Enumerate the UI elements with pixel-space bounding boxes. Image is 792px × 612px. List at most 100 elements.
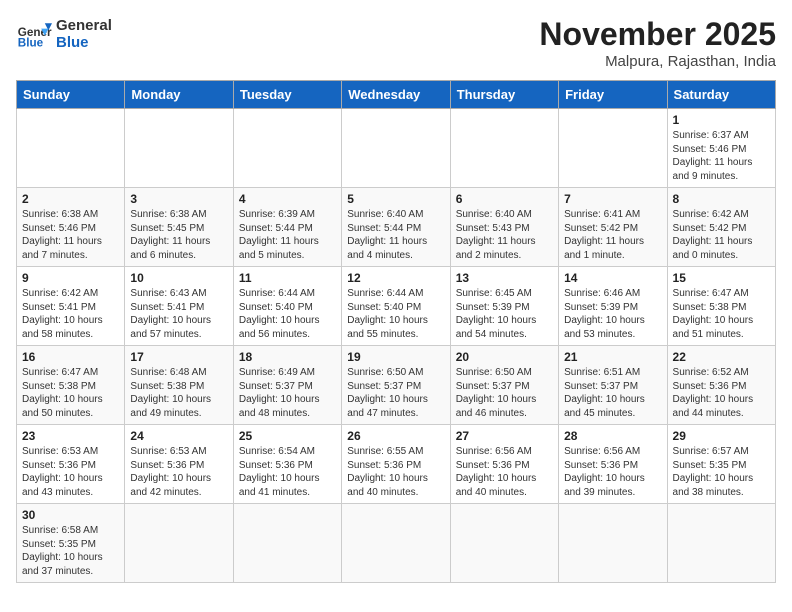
calendar-cell: 5 Sunrise: 6:40 AM Sunset: 5:44 PM Daylig… — [342, 188, 450, 267]
calendar-cell: 15Sunrise: 6:47 AM Sunset: 5:38 PM Dayli… — [667, 267, 775, 346]
day-number: 13 — [456, 271, 553, 285]
day-info: Sunrise: 6:48 AM Sunset: 5:38 PM Dayligh… — [130, 366, 227, 420]
day-number: 3 — [130, 192, 227, 206]
day-info: Sunrise: 6:42 AM Sunset: 5:41 PM Dayligh… — [22, 287, 119, 341]
calendar-cell: 13 Sunrise: 6:45 AM Sunset: 5:39 PM Dayli… — [450, 267, 558, 346]
day-of-week-header: Thursday — [450, 81, 558, 109]
day-info: Sunrise: 6:57 AM Sunset: 5:35 PM Dayligh… — [673, 445, 770, 499]
calendar-cell: 20 Sunrise: 6:50 AM Sunset: 5:37 PM Dayli… — [450, 346, 558, 425]
day-info: Sunrise: 6:52 AM Sunset: 5:36 PM Dayligh… — [673, 366, 770, 420]
calendar-cell: 12 Sunrise: 6:44 AM Sunset: 5:40 PM Dayli… — [342, 267, 450, 346]
calendar-cell: 19Sunrise: 6:50 AM Sunset: 5:37 PM Dayli… — [342, 346, 450, 425]
day-info: Sunrise: 6:40 AM Sunset: 5:43 PM Dayligh… — [456, 208, 553, 262]
logo-text-general: General — [56, 17, 112, 34]
day-info: Sunrise: 6:42 AM Sunset: 5:42 PM Dayligh… — [673, 208, 770, 262]
day-info: Sunrise: 6:47 AM Sunset: 5:38 PM Dayligh… — [673, 287, 770, 341]
day-info: Sunrise: 6:44 AM Sunset: 5:40 PM Dayligh… — [347, 287, 444, 341]
calendar-cell — [17, 109, 125, 188]
day-number: 12 — [347, 271, 444, 285]
day-number: 22 — [673, 350, 770, 364]
calendar-cell: 6 Sunrise: 6:40 AM Sunset: 5:43 PM Daylig… — [450, 188, 558, 267]
calendar-cell: 26 Sunrise: 6:55 AM Sunset: 5:36 PM Dayli… — [342, 425, 450, 504]
calendar-cell: 16Sunrise: 6:47 AM Sunset: 5:38 PM Dayli… — [17, 346, 125, 425]
day-info: Sunrise: 6:45 AM Sunset: 5:39 PM Dayligh… — [456, 287, 553, 341]
calendar-cell: 27Sunrise: 6:56 AM Sunset: 5:36 PM Dayli… — [450, 425, 558, 504]
day-info: Sunrise: 6:39 AM Sunset: 5:44 PM Dayligh… — [239, 208, 336, 262]
calendar-cell — [559, 109, 667, 188]
calendar-cell: 30Sunrise: 6:58 AM Sunset: 5:35 PM Dayli… — [17, 504, 125, 583]
calendar-cell — [342, 504, 450, 583]
day-info: Sunrise: 6:40 AM Sunset: 5:44 PM Dayligh… — [347, 208, 444, 262]
day-info: Sunrise: 6:56 AM Sunset: 5:36 PM Dayligh… — [456, 445, 553, 499]
day-number: 20 — [456, 350, 553, 364]
calendar-cell: 29 Sunrise: 6:57 AM Sunset: 5:35 PM Dayli… — [667, 425, 775, 504]
calendar-cell: 10 Sunrise: 6:43 AM Sunset: 5:41 PM Dayli… — [125, 267, 233, 346]
day-info: Sunrise: 6:37 AM Sunset: 5:46 PM Dayligh… — [673, 129, 770, 183]
calendar-cell: 7 Sunrise: 6:41 AM Sunset: 5:42 PM Daylig… — [559, 188, 667, 267]
calendar-cell: 3 Sunrise: 6:38 AM Sunset: 5:45 PM Daylig… — [125, 188, 233, 267]
calendar-cell — [667, 504, 775, 583]
day-info: Sunrise: 6:38 AM Sunset: 5:45 PM Dayligh… — [130, 208, 227, 262]
location-subtitle: Malpura, Rajasthan, India — [539, 53, 776, 70]
calendar-cell — [125, 109, 233, 188]
calendar-cell: 1 Sunrise: 6:37 AM Sunset: 5:46 PM Daylig… — [667, 109, 775, 188]
day-number: 23 — [22, 429, 119, 443]
calendar-cell: 23 Sunrise: 6:53 AM Sunset: 5:36 PM Dayli… — [17, 425, 125, 504]
calendar-cell — [342, 109, 450, 188]
day-number: 26 — [347, 429, 444, 443]
day-number: 6 — [456, 192, 553, 206]
day-info: Sunrise: 6:56 AM Sunset: 5:36 PM Dayligh… — [564, 445, 661, 499]
day-info: Sunrise: 6:51 AM Sunset: 5:37 PM Dayligh… — [564, 366, 661, 420]
day-of-week-header: Wednesday — [342, 81, 450, 109]
day-number: 1 — [673, 113, 770, 127]
calendar-cell: 24Sunrise: 6:53 AM Sunset: 5:36 PM Dayli… — [125, 425, 233, 504]
day-number: 11 — [239, 271, 336, 285]
day-info: Sunrise: 6:50 AM Sunset: 5:37 PM Dayligh… — [456, 366, 553, 420]
day-of-week-header: Monday — [125, 81, 233, 109]
day-info: Sunrise: 6:46 AM Sunset: 5:39 PM Dayligh… — [564, 287, 661, 341]
title-block: November 2025 Malpura, Rajasthan, India — [539, 16, 776, 70]
calendar-cell: 28 Sunrise: 6:56 AM Sunset: 5:36 PM Dayli… — [559, 425, 667, 504]
day-number: 21 — [564, 350, 661, 364]
calendar-cell: 9Sunrise: 6:42 AM Sunset: 5:41 PM Daylig… — [17, 267, 125, 346]
calendar-cell: 8 Sunrise: 6:42 AM Sunset: 5:42 PM Daylig… — [667, 188, 775, 267]
svg-text:Blue: Blue — [18, 37, 44, 50]
calendar-cell: 21 Sunrise: 6:51 AM Sunset: 5:37 PM Dayli… — [559, 346, 667, 425]
day-info: Sunrise: 6:50 AM Sunset: 5:37 PM Dayligh… — [347, 366, 444, 420]
calendar-cell: 22 Sunrise: 6:52 AM Sunset: 5:36 PM Dayli… — [667, 346, 775, 425]
calendar-cell — [125, 504, 233, 583]
day-info: Sunrise: 6:41 AM Sunset: 5:42 PM Dayligh… — [564, 208, 661, 262]
day-number: 29 — [673, 429, 770, 443]
calendar-cell — [450, 504, 558, 583]
day-number: 7 — [564, 192, 661, 206]
day-info: Sunrise: 6:38 AM Sunset: 5:46 PM Dayligh… — [22, 208, 119, 262]
calendar-cell: 14Sunrise: 6:46 AM Sunset: 5:39 PM Dayli… — [559, 267, 667, 346]
day-number: 28 — [564, 429, 661, 443]
day-of-week-header: Friday — [559, 81, 667, 109]
calendar-cell — [233, 109, 341, 188]
logo-icon: General Blue — [16, 16, 52, 52]
day-info: Sunrise: 6:55 AM Sunset: 5:36 PM Dayligh… — [347, 445, 444, 499]
calendar-cell — [559, 504, 667, 583]
logo: General Blue General Blue — [16, 16, 112, 52]
day-number: 25 — [239, 429, 336, 443]
day-of-week-header: Sunday — [17, 81, 125, 109]
day-info: Sunrise: 6:47 AM Sunset: 5:38 PM Dayligh… — [22, 366, 119, 420]
calendar-header-row: SundayMondayTuesdayWednesdayThursdayFrid… — [17, 81, 776, 109]
day-info: Sunrise: 6:49 AM Sunset: 5:37 PM Dayligh… — [239, 366, 336, 420]
day-info: Sunrise: 6:54 AM Sunset: 5:36 PM Dayligh… — [239, 445, 336, 499]
day-info: Sunrise: 6:53 AM Sunset: 5:36 PM Dayligh… — [130, 445, 227, 499]
day-of-week-header: Saturday — [667, 81, 775, 109]
calendar-cell: 4 Sunrise: 6:39 AM Sunset: 5:44 PM Daylig… — [233, 188, 341, 267]
day-info: Sunrise: 6:44 AM Sunset: 5:40 PM Dayligh… — [239, 287, 336, 341]
day-number: 10 — [130, 271, 227, 285]
day-info: Sunrise: 6:53 AM Sunset: 5:36 PM Dayligh… — [22, 445, 119, 499]
calendar-table: SundayMondayTuesdayWednesdayThursdayFrid… — [16, 80, 776, 583]
calendar-cell: 2Sunrise: 6:38 AM Sunset: 5:46 PM Daylig… — [17, 188, 125, 267]
day-number: 5 — [347, 192, 444, 206]
day-of-week-header: Tuesday — [233, 81, 341, 109]
day-info: Sunrise: 6:58 AM Sunset: 5:35 PM Dayligh… — [22, 524, 119, 578]
day-number: 8 — [673, 192, 770, 206]
day-info: Sunrise: 6:43 AM Sunset: 5:41 PM Dayligh… — [130, 287, 227, 341]
day-number: 4 — [239, 192, 336, 206]
